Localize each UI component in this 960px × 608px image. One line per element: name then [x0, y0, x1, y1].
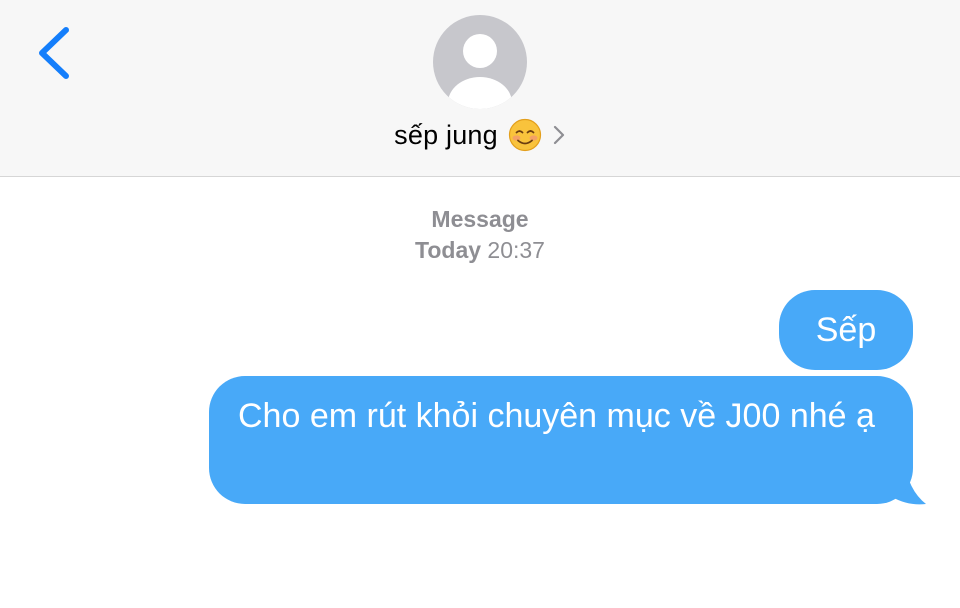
back-button[interactable] [28, 20, 84, 84]
timestamp-time: 20:37 [487, 237, 545, 263]
messages-screen: sếp jung Message Today 20:37 Sếp Cho em … [0, 0, 960, 608]
service-label: Message [431, 206, 529, 232]
sent-message-bubble[interactable]: Sếp [779, 290, 913, 370]
sent-message-bubble[interactable]: Cho em rút khỏi chuyên mục về J00 nhé ạ [209, 376, 913, 504]
contact-details-link[interactable]: sếp jung [0, 113, 960, 157]
chevron-left-icon [39, 27, 69, 79]
chevron-right-icon [553, 125, 564, 145]
conversation-header: sếp jung [0, 0, 960, 177]
avatar[interactable] [433, 15, 527, 109]
timestamp-day: Today [415, 237, 482, 263]
message-timestamp: Today 20:37 [0, 237, 960, 264]
default-person-avatar-icon [448, 34, 512, 109]
contact-name: sếp jung [394, 119, 498, 150]
smiling-face-blushing-icon [508, 118, 541, 152]
